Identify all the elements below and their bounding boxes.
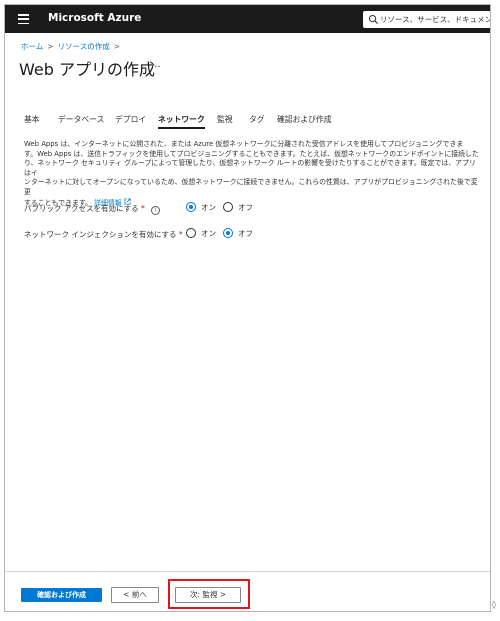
review-create-button[interactable]: 確認および作成 [21, 588, 102, 602]
previous-button[interactable]: < 前へ [111, 587, 159, 603]
radio-selected-icon [223, 228, 233, 238]
public-access-on-radio[interactable]: オン [186, 202, 216, 213]
radio-label: オン [201, 229, 216, 238]
info-icon[interactable]: i [151, 206, 161, 215]
hamburger-menu-icon[interactable] [18, 14, 29, 25]
breadcrumb: ホーム > リソースの作成 > [21, 41, 124, 52]
breadcrumb-create-resource[interactable]: リソースの作成 [58, 42, 110, 51]
tab-review-create[interactable]: 確認および作成 [277, 114, 332, 125]
brand-title[interactable]: Microsoft Azure [48, 12, 141, 24]
tab-tags[interactable]: タグ [249, 114, 265, 125]
search-placeholder: リソース、サービス、ドキュメントの検 [380, 15, 491, 24]
breadcrumb-home[interactable]: ホーム [21, 42, 43, 51]
tab-deployment[interactable]: デプロイ [115, 114, 146, 125]
public-access-label-text: パブリック アクセスを有効にする [24, 204, 139, 213]
chevron-right-icon: > [47, 42, 54, 51]
public-access-label: パブリック アクセスを有効にする * i [24, 203, 161, 215]
required-marker: * [178, 230, 183, 239]
network-injection-label-text: ネットワーク インジェクションを有効にする [24, 230, 177, 239]
tab-networking[interactable]: ネットワーク [158, 114, 205, 129]
radio-selected-icon [186, 202, 196, 212]
description-line: り、ネットワーク セキュリティ グループによって管理したり、仮想ネットワーク ル… [24, 159, 476, 177]
radio-unselected-icon [186, 228, 196, 238]
search-icon [368, 14, 379, 25]
page-title: Web アプリの作成 [19, 60, 155, 79]
description-line: ンターネットに対してオープンになっているため、仮想ネットワークに接続できません。… [24, 178, 478, 196]
description-line: Web Apps は、インターネットに公開された、または Azure 仮想ネット… [24, 140, 464, 148]
more-options-icon[interactable]: ··· [151, 62, 161, 73]
radio-unselected-icon [223, 202, 233, 212]
portal-window: Microsoft Azure リソース、サービス、ドキュメントの検 ホーム>リ… [4, 4, 491, 612]
highlight-box [168, 579, 250, 609]
radio-label: オフ [238, 203, 253, 212]
tab-basics[interactable]: 基本 [24, 114, 40, 125]
tab-monitoring[interactable]: 監視 [217, 114, 233, 125]
resize-grip-icon: ◊ [492, 600, 496, 609]
public-access-off-radio[interactable]: オフ [223, 202, 253, 213]
tab-database[interactable]: データベース [58, 114, 104, 125]
radio-label: オフ [238, 229, 253, 238]
required-marker: * [140, 204, 145, 213]
radio-label: オン [201, 203, 216, 212]
networking-description: Web Apps は、インターネットに公開された、または Azure 仮想ネット… [24, 140, 479, 208]
top-bar: Microsoft Azure リソース、サービス、ドキュメントの検 [5, 5, 490, 33]
chevron-right-icon: > [113, 42, 120, 51]
search-box[interactable]: リソース、サービス、ドキュメントの検 [363, 11, 491, 28]
network-injection-on-radio[interactable]: オン [186, 228, 216, 239]
description-line: す。Web Apps は、送信トラフィックを使用してプロビジョニングすることもで… [24, 149, 479, 158]
footer-divider [5, 571, 490, 572]
network-injection-off-radio[interactable]: オフ [223, 228, 253, 239]
network-injection-label: ネットワーク インジェクションを有効にする * [24, 229, 183, 240]
